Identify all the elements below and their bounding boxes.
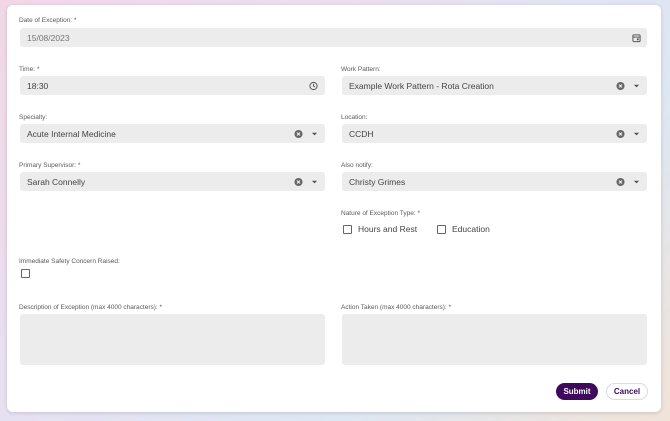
hours-and-rest-checkbox[interactable] [343, 224, 352, 234]
description-textarea[interactable] [20, 314, 325, 365]
primary-supervisor-value: Sarah Connelly [27, 176, 86, 187]
action-taken-label: Action Taken (max 4000 characters): * [341, 304, 452, 311]
work-pattern-value: Example Work Pattern - Rota Creation [349, 80, 494, 91]
safety-concern-checkbox[interactable] [21, 269, 30, 278]
action-taken-textarea[interactable] [342, 314, 647, 365]
time-field[interactable]: 18:30 [20, 76, 325, 95]
work-pattern-label: Work Pattern: [341, 66, 381, 73]
cancel-button[interactable]: Cancel [606, 383, 648, 400]
clear-icon[interactable] [616, 81, 625, 90]
primary-supervisor-label: Primary Supervisor: * [19, 162, 81, 169]
hours-and-rest-option[interactable]: Hours and Rest [343, 224, 417, 234]
primary-supervisor-select[interactable]: Sarah Connelly [20, 172, 325, 191]
specialty-label: Specialty: [19, 114, 48, 121]
location-value: CCDH [349, 128, 374, 139]
submit-button[interactable]: Submit [556, 383, 598, 400]
chevron-down-icon[interactable] [310, 177, 319, 186]
description-label: Description of Exception (max 4000 chara… [19, 304, 163, 311]
chevron-down-icon[interactable] [632, 129, 641, 138]
time-label: Time: * [19, 66, 40, 73]
location-label: Location: [341, 114, 368, 121]
location-select[interactable]: CCDH [342, 124, 647, 143]
education-label: Education [452, 224, 490, 234]
date-field[interactable]: 15/08/2023 [20, 28, 647, 47]
clear-icon[interactable] [616, 177, 625, 186]
chevron-down-icon[interactable] [310, 129, 319, 138]
time-value: 18:30 [27, 80, 49, 91]
education-checkbox[interactable] [437, 224, 446, 234]
clock-icon[interactable] [309, 81, 318, 90]
clear-icon[interactable] [294, 129, 303, 138]
specialty-value: Acute Internal Medicine [27, 128, 116, 139]
calendar-icon[interactable] [632, 33, 641, 42]
chevron-down-icon[interactable] [632, 177, 641, 186]
specialty-select[interactable]: Acute Internal Medicine [20, 124, 325, 143]
hours-and-rest-label: Hours and Rest [358, 224, 418, 234]
safety-concern-label: Immediate Safety Concern Raised: [19, 258, 120, 265]
clear-icon[interactable] [616, 129, 625, 138]
date-value: 15/08/2023 [27, 32, 70, 43]
date-label: Date of Exception: * [19, 17, 77, 24]
nature-label: Nature of Exception Type: * [341, 210, 421, 217]
also-notify-value: Christy Grimes [349, 176, 406, 187]
education-option[interactable]: Education [437, 224, 490, 234]
chevron-down-icon[interactable] [632, 81, 641, 90]
also-notify-select[interactable]: Christy Grimes [342, 172, 647, 191]
clear-icon[interactable] [294, 177, 303, 186]
work-pattern-select[interactable]: Example Work Pattern - Rota Creation [342, 76, 647, 95]
exception-form-card: Date of Exception: * 15/08/2023 Time: * … [7, 5, 661, 412]
also-notify-label: Also notify: [341, 162, 373, 169]
